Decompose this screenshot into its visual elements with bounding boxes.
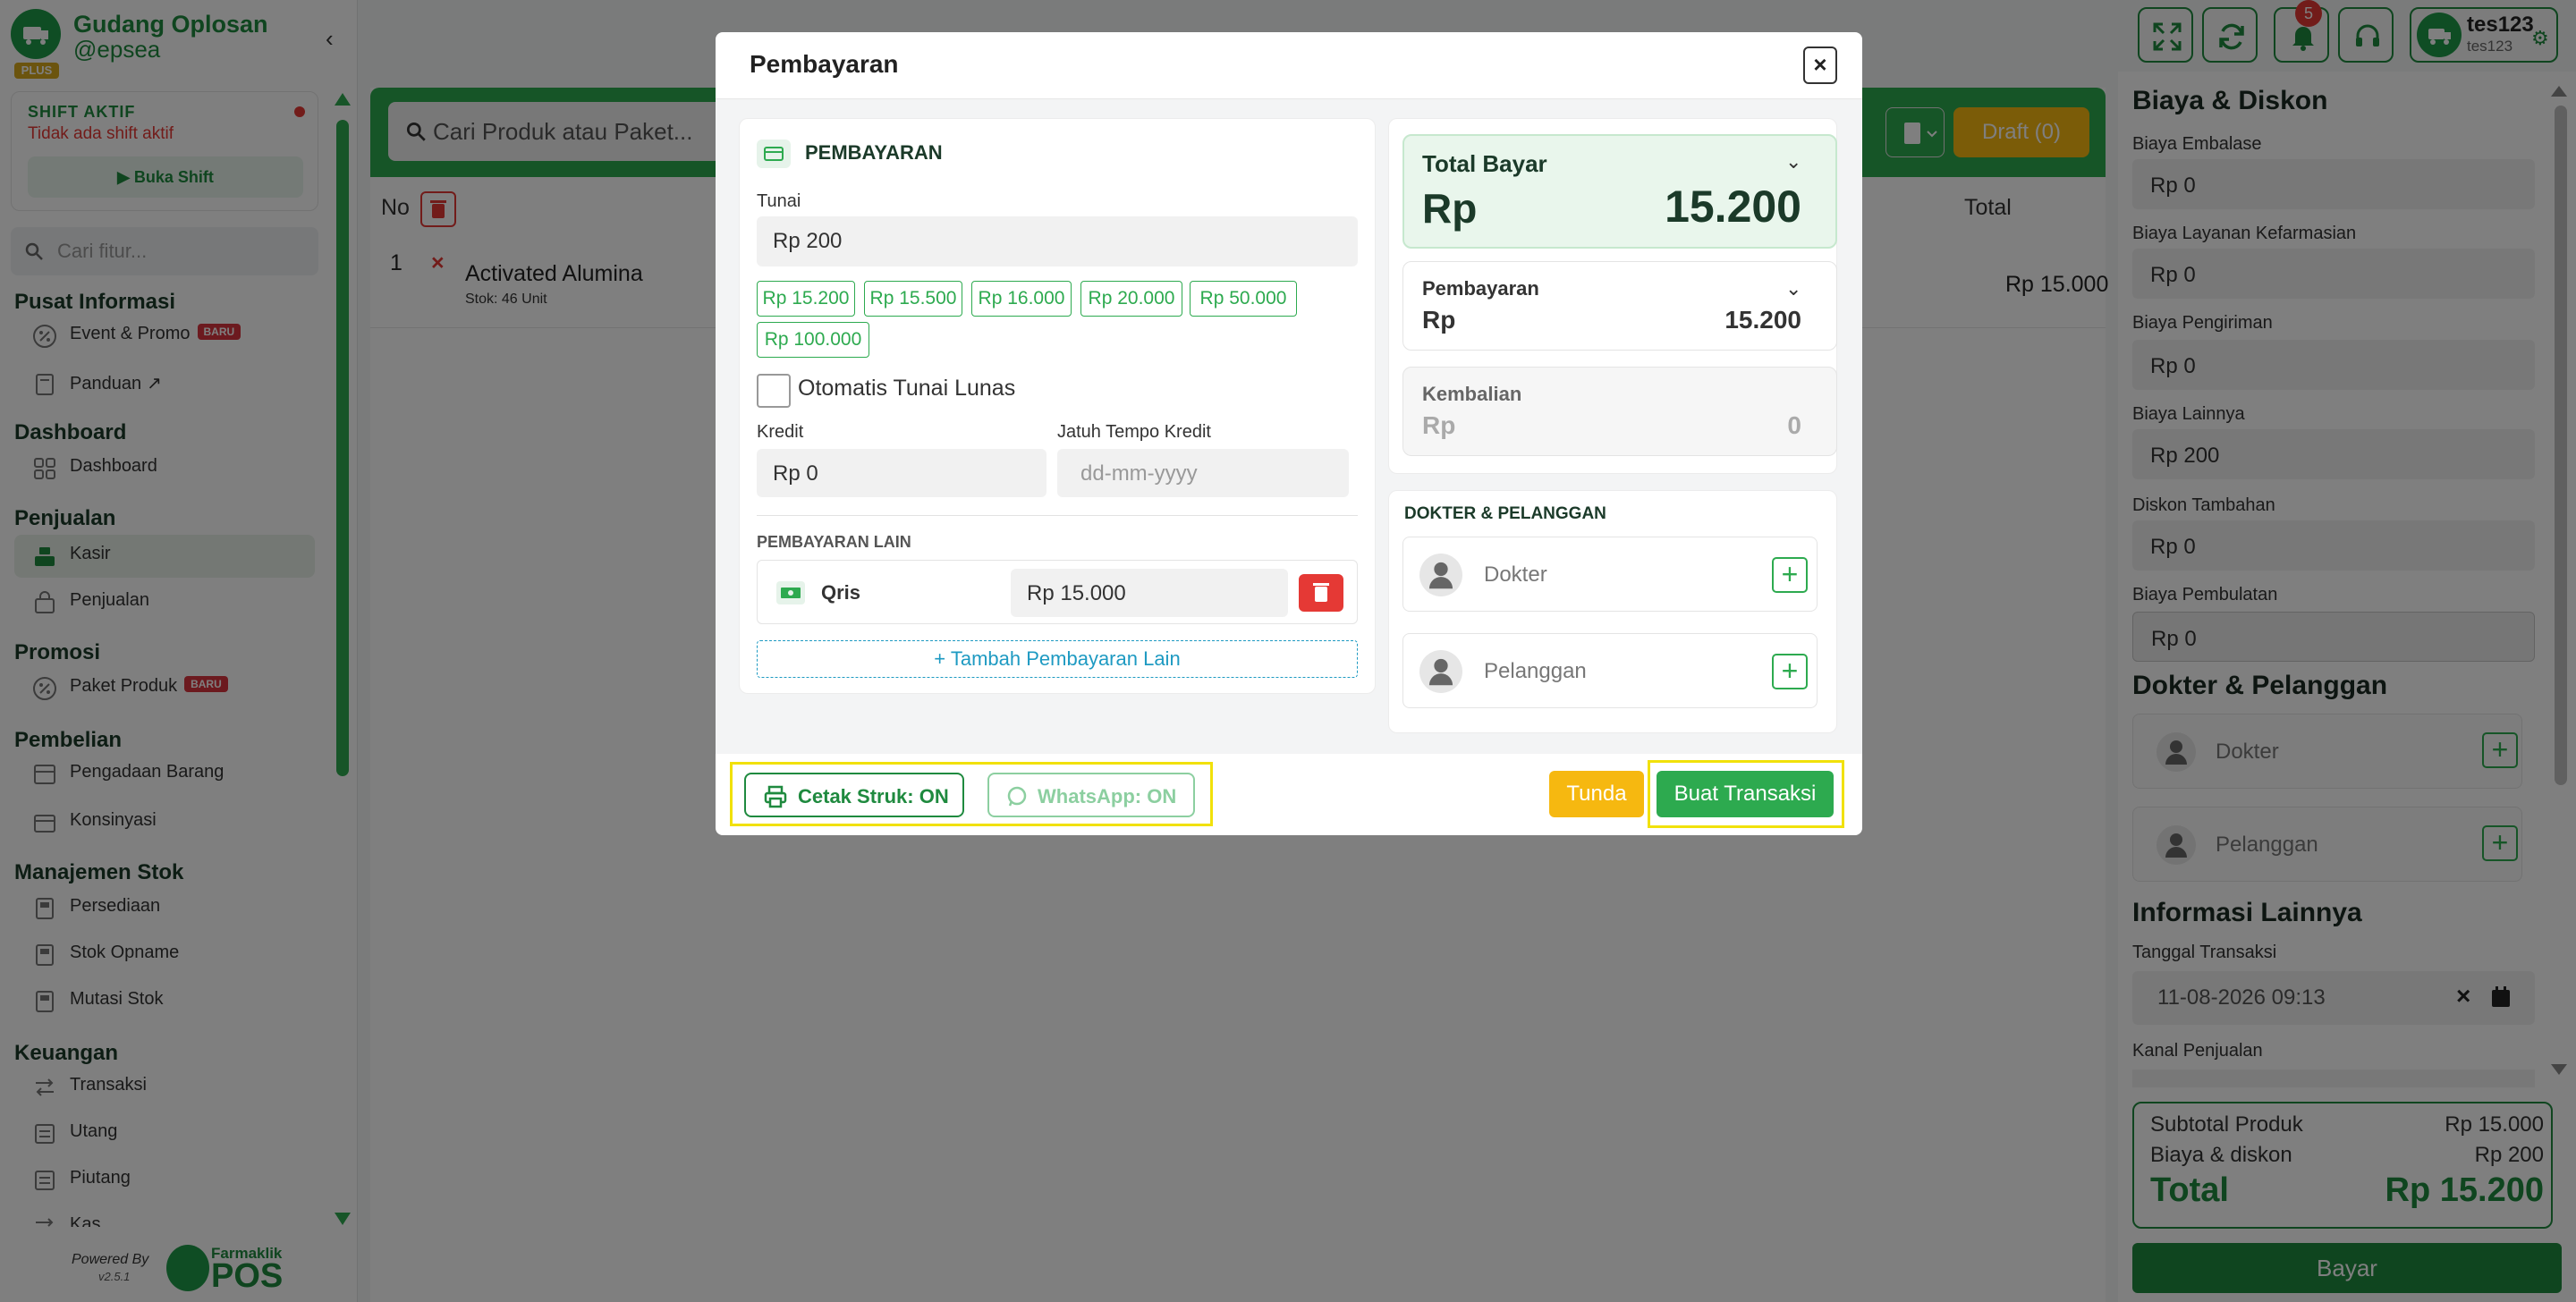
doctor-avatar-icon [1419,554,1462,596]
pembayaran-summary-currency: Rp [1422,306,1456,334]
jatuh-tempo-label: Jatuh Tempo Kredit [1057,422,1211,442]
kembalian-currency: Rp [1422,411,1456,439]
whatsapp-label: WhatsApp: ON [1038,785,1177,807]
add-dokter-button[interactable]: + [1772,557,1808,593]
modal-dokter-card[interactable]: Dokter + [1402,537,1818,612]
quick-amount-button[interactable]: Rp 15.200 [757,281,855,317]
payment-method-amount-input[interactable]: Rp 15.000 [1011,569,1288,617]
auto-lunas-checkbox[interactable] [757,374,791,408]
dokter-pelanggan-header: DOKTER & PELANGGAN [1404,504,1606,523]
quick-amount-button[interactable]: Rp 15.500 [864,281,962,317]
modal-pelanggan-card[interactable]: Pelanggan + [1402,633,1818,708]
print-receipt-toggle[interactable]: Cetak Struk: ON [744,773,964,817]
whatsapp-icon [1007,786,1027,807]
buat-transaksi-button[interactable]: Buat Transaksi [1657,771,1834,817]
kembalian-label: Kembalian [1422,383,1522,405]
jatuh-tempo-input[interactable]: dd-mm-yyyy [1057,449,1349,497]
modal-dokter-label: Dokter [1484,562,1547,587]
section-divider [757,515,1358,516]
tunda-button[interactable]: Tunda [1549,771,1644,817]
tunai-input[interactable]: Rp 200 [757,216,1358,266]
whatsapp-toggle[interactable]: WhatsApp: ON [987,773,1195,817]
pembayaran-lain-header: PEMBAYARAN LAIN [757,533,911,551]
auto-lunas-label: Otomatis Tunai Lunas [798,376,1016,401]
quick-amount-button[interactable]: Rp 50.000 [1190,281,1297,317]
chevron-down-icon[interactable]: ⌄ [1785,150,1801,173]
quick-amount-button[interactable]: Rp 20.000 [1080,281,1182,317]
kredit-input[interactable]: Rp 0 [757,449,1046,497]
payment-method-label: Qris [821,581,861,604]
add-payment-button[interactable]: + Tambah Pembayaran Lain [757,640,1358,678]
add-pelanggan-button[interactable]: + [1772,654,1808,689]
kredit-label: Kredit [757,422,804,442]
print-receipt-label: Cetak Struk: ON [798,785,949,807]
total-bayar-value: 15.200 [1665,182,1801,232]
modal-title: Pembayaran [750,50,899,78]
tunai-label: Tunai [757,191,801,211]
pembayaran-summary-label: Pembayaran [1422,277,1539,300]
total-bayar-label: Total Bayar [1422,150,1547,177]
close-button[interactable]: × [1803,46,1837,84]
credit-card-icon [757,140,791,168]
total-bayar-currency: Rp [1422,185,1478,232]
quick-amount-button[interactable]: Rp 100.000 [757,322,869,358]
kembalian-card [1402,367,1837,456]
chevron-down-icon[interactable]: ⌄ [1785,277,1801,300]
pembayaran-header: PEMBAYARAN [805,141,943,164]
trash-icon [1313,583,1329,602]
delete-payment-button[interactable] [1299,574,1343,612]
printer-icon [764,785,787,808]
user-avatar-icon [1419,650,1462,693]
pembayaran-summary-value: 15.200 [1724,306,1801,334]
quick-amount-button[interactable]: Rp 16.000 [971,281,1072,317]
cash-icon [776,581,805,604]
kembalian-value: 0 [1787,411,1801,439]
modal-pelanggan-label: Pelanggan [1484,659,1587,683]
